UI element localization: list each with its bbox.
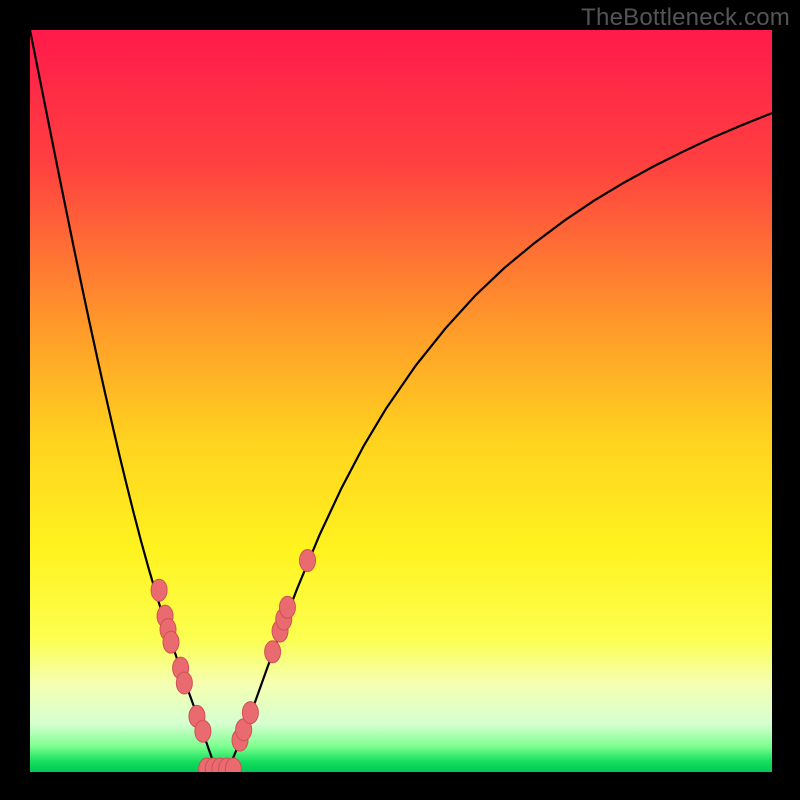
curve-marker [279, 596, 295, 618]
gradient-background [30, 30, 772, 772]
curve-marker [300, 550, 316, 572]
curve-marker [195, 720, 211, 742]
curve-marker [176, 672, 192, 694]
chart-stage: TheBottleneck.com [0, 0, 800, 800]
curve-marker [225, 758, 241, 780]
curve-marker [242, 702, 258, 724]
watermark-text: TheBottleneck.com [581, 4, 790, 32]
curve-marker [163, 631, 179, 653]
curve-marker [151, 579, 167, 601]
bottleneck-chart [0, 0, 800, 800]
curve-marker [265, 641, 281, 663]
